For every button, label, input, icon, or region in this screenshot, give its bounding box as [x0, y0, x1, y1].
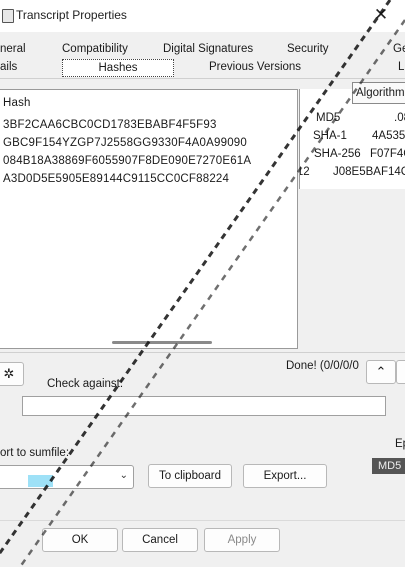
- tab-digital-signatures[interactable]: Digital Signatures: [163, 40, 253, 58]
- tab-row-1: neral Compatibility Digital Signatures S…: [0, 40, 405, 58]
- algorithm-name[interactable]: SHA-512: [300, 164, 310, 180]
- apply-button[interactable]: Apply: [204, 528, 280, 552]
- export-button[interactable]: Export...: [243, 464, 327, 488]
- tab-general-overflow[interactable]: Ge: [393, 40, 405, 58]
- check-against-label: Check against:: [47, 378, 124, 390]
- side-label: Ep: [395, 438, 405, 450]
- algorithm-column-header[interactable]: Algorithm: [352, 82, 405, 104]
- cancel-button[interactable]: Cancel: [122, 528, 198, 552]
- algorithm-list[interactable]: MD5 .08 SHA-1 4A535 SHA-256 F07F4C27 SHA…: [299, 89, 405, 189]
- divider: [0, 352, 405, 353]
- check-against-input[interactable]: [22, 396, 386, 416]
- tab-security[interactable]: Security: [287, 40, 329, 58]
- tab-overflow[interactable]: L: [398, 58, 404, 76]
- tab-compatibility[interactable]: Compatibility: [62, 40, 128, 58]
- algorithm-name[interactable]: SHA-256: [314, 146, 361, 162]
- up-arrow-icon[interactable]: ⌃: [366, 360, 396, 384]
- tab-hashes[interactable]: Hashes: [62, 59, 174, 77]
- more-button[interactable]: [396, 360, 405, 384]
- side-format-value[interactable]: MD5: [372, 458, 405, 474]
- document-icon: [2, 9, 14, 23]
- hash-row[interactable]: 3BF2CAA6CBC0CD1783EBABF4F5F93: [3, 117, 217, 133]
- algorithm-hash-tail: F07F4C27: [370, 148, 405, 160]
- selection-highlight: [28, 475, 53, 487]
- hash-row[interactable]: GBC9F154YZGP7J2558GG9330F4A0A99090: [3, 135, 247, 151]
- chevron-down-icon: ⌄: [119, 470, 128, 481]
- algorithm-name[interactable]: MD5: [316, 110, 340, 126]
- hash-row[interactable]: 084B18A38869F6055907F8DE090E7270E61A: [3, 153, 251, 169]
- window-title: Transcript Properties: [16, 8, 127, 22]
- export-sumfile-label: ort to sumfile:: [0, 447, 70, 459]
- status-text: Done! (0/0/0/0: [286, 360, 359, 372]
- tab-details[interactable]: ails: [0, 58, 17, 76]
- properties-window: Transcript Properties ✕ neral Compatibil…: [0, 0, 405, 567]
- copy-to-clipboard-button[interactable]: To clipboard: [148, 464, 232, 488]
- tab-row-2: ails Previous Versions L: [0, 58, 405, 76]
- ok-button[interactable]: OK: [42, 528, 118, 552]
- tab-general[interactable]: neral: [0, 40, 26, 58]
- sumfile-format-select[interactable]: ⌄: [0, 465, 134, 489]
- gear-icon[interactable]: ✲: [0, 362, 24, 386]
- close-button[interactable]: ✕: [370, 4, 392, 26]
- algorithm-hash-tail: 4A535: [372, 130, 405, 142]
- algorithm-hash-tail: .08: [394, 112, 405, 124]
- horizontal-scrollbar[interactable]: [112, 341, 212, 344]
- tab-previous-versions[interactable]: Previous Versions: [209, 58, 301, 76]
- algorithm-hash-tail: J08E5BAF14C: [333, 166, 405, 178]
- hash-list[interactable]: Hash 3BF2CAA6CBC0CD1783EBABF4F5F93 GBC9F…: [0, 89, 298, 349]
- title-bar: Transcript Properties ✕: [0, 0, 405, 32]
- algorithm-name[interactable]: SHA-1: [313, 128, 347, 144]
- hash-row[interactable]: A3D0D5E5905E89144C9115CC0CF88224: [3, 171, 229, 187]
- hash-column-header[interactable]: Hash: [3, 95, 31, 111]
